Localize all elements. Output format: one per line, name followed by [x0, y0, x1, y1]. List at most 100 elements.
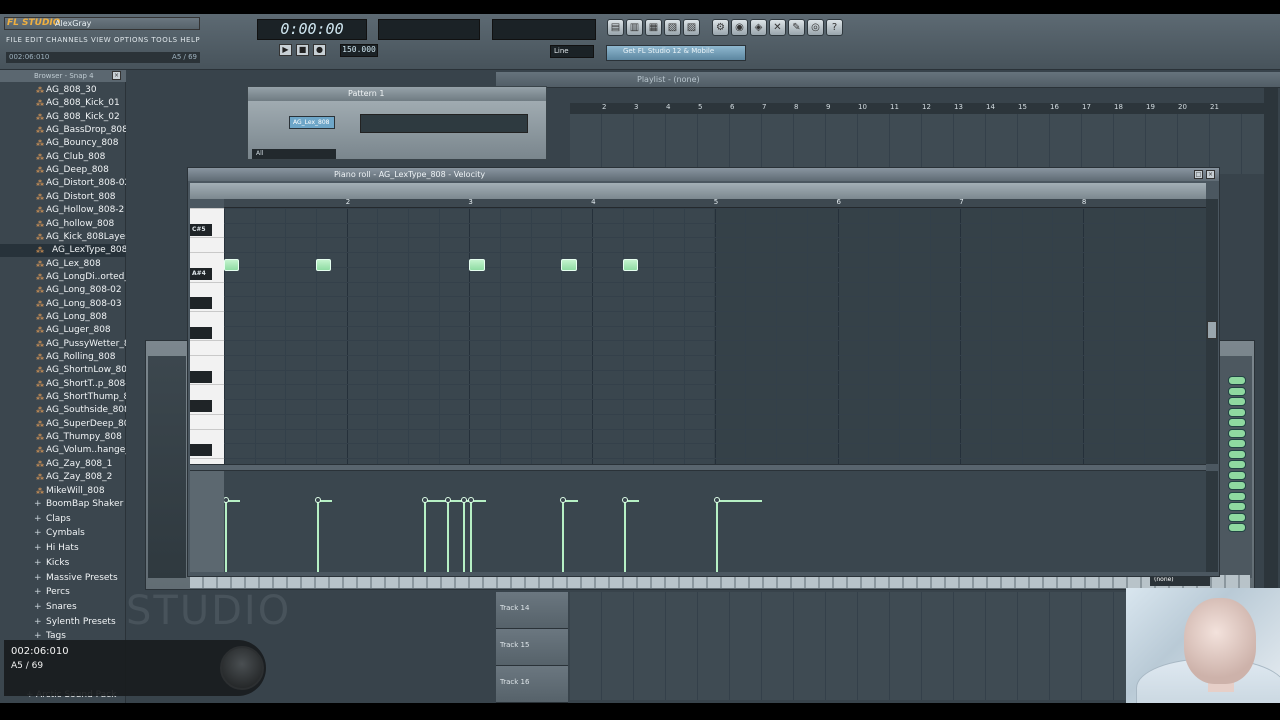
piano-key-white[interactable] — [190, 237, 224, 239]
velocity-bar[interactable] — [470, 500, 473, 572]
piano-key-black[interactable] — [190, 297, 212, 310]
mixer-send-led[interactable] — [1228, 470, 1246, 480]
browser-item[interactable]: ⁂ AG_Long_808-03 — [0, 298, 126, 311]
menu-help[interactable]: HELP — [180, 36, 200, 44]
mixer-send-led[interactable] — [1228, 460, 1246, 469]
piano-key-black[interactable]: A#4 — [190, 267, 212, 280]
browser-item[interactable]: ⁂ MikeWill_808 — [0, 485, 126, 498]
velocity-bar[interactable] — [715, 500, 718, 572]
mixer-send-led[interactable] — [1228, 449, 1246, 459]
folder-expand-icon[interactable]: + — [34, 571, 42, 585]
midi-note[interactable] — [316, 259, 332, 272]
browser-item[interactable]: ⁂AG_PussyWetter_808 — [0, 338, 126, 351]
browser-folder[interactable]: + BoomBap Shaker — [0, 497, 126, 512]
browser-folder[interactable]: + Sylenth Presets — [0, 615, 126, 630]
playlist-track-14[interactable]: Track 14 — [496, 592, 568, 629]
browser-folder[interactable]: + Percs — [0, 585, 126, 600]
mixer-send-led[interactable] — [1228, 439, 1246, 448]
velocity-handle[interactable] — [468, 497, 475, 503]
browser-item[interactable]: ⁂ AG_Lex_808 — [0, 258, 126, 271]
velocity-bar[interactable] — [562, 500, 565, 572]
mixer-send-led[interactable] — [1228, 397, 1246, 406]
browser-item[interactable]: ⁂AG_ShortThump_808 — [0, 391, 126, 404]
tempo-display[interactable]: 150.000 — [340, 44, 378, 57]
play-button[interactable]: ▶ — [279, 44, 292, 56]
mixer-icon[interactable]: ▧ — [664, 19, 681, 36]
wave-icon[interactable]: ◈ — [750, 19, 767, 36]
browser-item[interactable]: ⁂ AG_LexType_808 — [0, 244, 126, 258]
midi-note[interactable] — [622, 259, 639, 272]
velocity-bar[interactable] — [317, 500, 320, 572]
browser-item[interactable]: ⁂ AG_Rolling_808 — [0, 351, 126, 364]
app-logo[interactable]: FL STUDIO AlexGray — [4, 17, 200, 30]
browser-item[interactable]: ⁂ AG_Luger_808 — [0, 324, 126, 337]
midi-note[interactable] — [561, 259, 577, 272]
plugin-icon[interactable]: ⚙ — [712, 19, 729, 36]
piano-key-white[interactable] — [190, 355, 224, 356]
menu-channels[interactable]: CHANNELS — [46, 36, 88, 44]
velocity-handle[interactable] — [315, 497, 322, 503]
mixer-send-led[interactable] — [1228, 407, 1246, 417]
mixer-send-led[interactable] — [1228, 428, 1246, 438]
playlist-track-grid[interactable] — [570, 592, 1128, 700]
piano-key-white[interactable] — [190, 457, 224, 459]
event-divider[interactable] — [190, 464, 1206, 471]
browser-item[interactable]: ⁂ AG_Distort_808-02 — [0, 177, 126, 190]
piano-key-black[interactable] — [190, 400, 212, 413]
velocity-handle[interactable] — [560, 497, 567, 503]
browser-item[interactable]: ⁂AG_LongDi..orted_808 — [0, 271, 126, 284]
browser-item[interactable]: ⁂ AG_Zay_808_1 — [0, 458, 126, 471]
folder-expand-icon[interactable]: + — [34, 497, 42, 511]
piano-key-black[interactable] — [190, 326, 212, 339]
channel-filter[interactable]: All — [252, 149, 336, 159]
mixer-master-strip[interactable] — [148, 356, 186, 578]
playlist-track-16[interactable]: Track 16 — [496, 666, 568, 703]
browser-item[interactable]: ⁂AG_Volum..hange_808 — [0, 444, 126, 457]
browser-icon[interactable]: ▨ — [683, 19, 700, 36]
maximize-icon[interactable]: □ — [1194, 170, 1203, 179]
mixer-send-led[interactable] — [1228, 376, 1246, 385]
stop-button[interactable]: ■ — [296, 44, 309, 56]
browser-item[interactable]: ⁂ AG_hollow_808 — [0, 218, 126, 231]
velocity-handle[interactable] — [224, 497, 229, 503]
pattern-title[interactable]: Pattern 1 — [248, 87, 546, 101]
mixer-output-label[interactable]: (none) — [1150, 576, 1210, 586]
browser-folder[interactable]: + Kicks — [0, 556, 126, 571]
folder-expand-icon[interactable]: + — [34, 541, 42, 555]
velocity-handle[interactable] — [713, 497, 720, 503]
piano-key-black[interactable]: C#5 — [190, 223, 212, 236]
browser-item[interactable]: ⁂ AG_Thumpy_808 — [0, 431, 126, 444]
news-panel[interactable]: Get FL Studio 12 & Mobile — [606, 45, 746, 61]
mixer-send-led[interactable] — [1228, 418, 1246, 427]
piano-key-white[interactable] — [190, 413, 224, 415]
disk-icon[interactable]: ◎ — [807, 19, 824, 36]
browser-item[interactable]: ⁂ AG_Long_808-02 — [0, 284, 126, 297]
piano-key-white[interactable] — [190, 281, 224, 283]
folder-expand-icon[interactable]: + — [34, 556, 42, 570]
folder-expand-icon[interactable]: + — [34, 512, 42, 526]
record-button[interactable]: ● — [313, 44, 326, 56]
channel-preview[interactable] — [360, 114, 528, 133]
velocity-bar[interactable] — [447, 500, 450, 572]
piano-key-white[interactable] — [190, 310, 224, 312]
browser-item[interactable]: ⁂ AG_Southside_808 — [0, 404, 126, 417]
folder-expand-icon[interactable]: + — [34, 600, 42, 614]
browser-item[interactable]: ⁂ AG_808_Kick_02 — [0, 111, 126, 124]
main-menu[interactable]: FILE EDIT CHANNELS VIEW OPTIONS TOOLS HE… — [6, 36, 200, 47]
browser-item[interactable]: ⁂AG_ShortT..p_808-02 — [0, 378, 126, 391]
menu-edit[interactable]: EDIT — [25, 36, 43, 44]
browser-folder[interactable]: + Snares — [0, 600, 126, 615]
mixer-send-led[interactable] — [1228, 481, 1246, 490]
midi-note[interactable] — [469, 259, 485, 272]
velocity-handle[interactable] — [422, 497, 429, 503]
browser-folder[interactable]: + Massive Presets — [0, 571, 126, 586]
browser-item[interactable]: ⁂ AG_Deep_808 — [0, 164, 126, 177]
piano-roll-toolbar[interactable] — [190, 183, 1206, 199]
folder-expand-icon[interactable]: + — [34, 585, 42, 599]
mixer-send-led[interactable] — [1228, 502, 1246, 511]
velocity-scrollbar[interactable] — [1206, 471, 1218, 572]
velocity-handle[interactable] — [445, 497, 452, 503]
browser-item[interactable]: ⁂ AG_Distort_808 — [0, 191, 126, 204]
piano-key-black[interactable] — [190, 444, 212, 457]
piano-key-white[interactable] — [190, 340, 224, 342]
